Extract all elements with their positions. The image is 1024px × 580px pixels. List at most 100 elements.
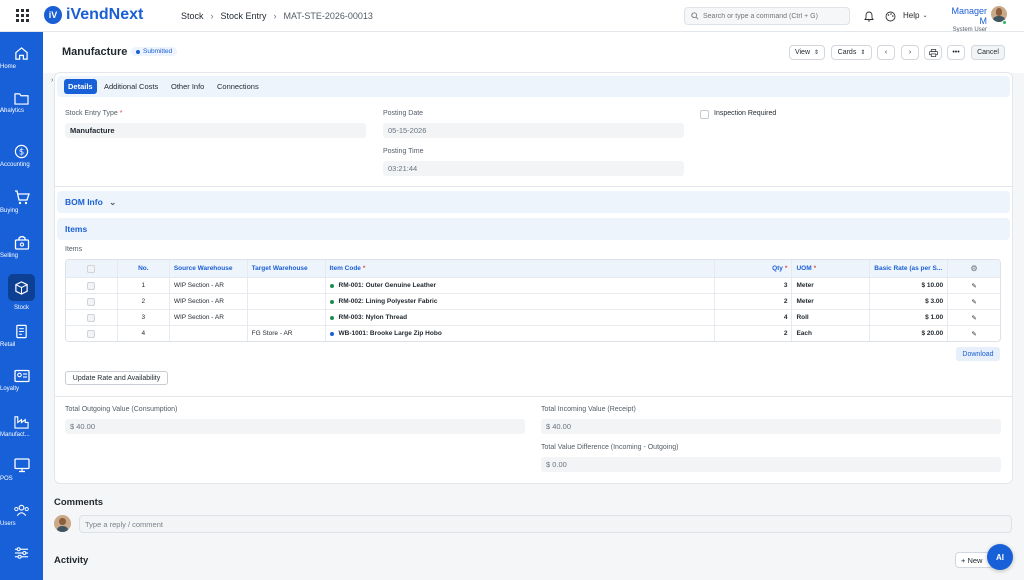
edit-row-button[interactable]: ✎ [948, 310, 1000, 325]
cancel-button[interactable]: Cancel [971, 45, 1005, 60]
table-row[interactable]: 4 FG Store - AR WB-1001: Brooke Large Zi… [66, 325, 1000, 341]
column-settings-icon[interactable]: ⚙ [948, 260, 1000, 277]
row-uom[interactable]: Meter [792, 294, 871, 309]
row-basic-rate[interactable]: $ 20.00 [870, 326, 949, 341]
palette-icon[interactable] [884, 10, 896, 22]
bom-info-title[interactable]: BOM Info ⌄ [65, 197, 116, 208]
user-menu[interactable]: Manager M System User [942, 6, 987, 33]
previous-button[interactable]: ‹ [877, 45, 895, 60]
row-source-warehouse[interactable]: WIP Section - AR [170, 294, 248, 309]
items-table: No. Source Warehouse Target Warehouse It… [65, 259, 1001, 342]
sidebar-item-users[interactable]: Users [0, 503, 43, 527]
posting-date-field[interactable]: 05-15-2026 [383, 123, 684, 138]
row-target-warehouse[interactable] [248, 310, 326, 325]
row-target-warehouse[interactable]: FG Store - AR [248, 326, 326, 341]
search-input[interactable] [703, 12, 843, 20]
edit-row-button[interactable]: ✎ [948, 278, 1000, 293]
tab-connections[interactable]: Connections [213, 79, 263, 94]
select-all-checkbox[interactable] [66, 260, 118, 277]
bom-info-title-text: BOM Info [65, 197, 103, 207]
help-label: Help [903, 11, 920, 20]
apps-grid-icon[interactable] [16, 9, 29, 22]
row-uom[interactable]: Meter [792, 278, 871, 293]
expand-sidebar-icon[interactable]: › [51, 77, 53, 84]
row-checkbox-cell[interactable] [66, 278, 118, 293]
sidebar-item-buying[interactable]: Buying [0, 190, 43, 214]
checkbox[interactable] [87, 281, 96, 290]
print-button[interactable] [924, 45, 942, 60]
row-basic-rate[interactable]: $ 1.00 [870, 310, 949, 325]
bom-info-section[interactable] [57, 191, 1010, 213]
sidebar-item-selling[interactable]: Selling [0, 235, 43, 259]
sidebar-item-pos[interactable]: POS [0, 458, 43, 482]
row-checkbox-cell[interactable] [66, 294, 118, 309]
row-checkbox-cell[interactable] [66, 326, 118, 341]
sort-icon: ⇕ [860, 50, 866, 56]
total-incoming-field[interactable]: $ 40.00 [541, 419, 1001, 434]
sidebar-item-label: Home [0, 64, 17, 70]
table-row[interactable]: 1 WIP Section - AR RM-001: Outer Genuine… [66, 277, 1000, 293]
cards-button[interactable]: Cards ⇕ [831, 45, 872, 60]
row-qty[interactable]: 4 [715, 310, 793, 325]
sidebar-item-ai-analytics[interactable]: AI Analytics [0, 92, 43, 114]
sidebar-item-accounting[interactable]: $ Accounting [0, 144, 43, 168]
app-name: iVendNext [66, 6, 144, 23]
more-button[interactable]: ••• [947, 45, 965, 60]
checkbox[interactable] [87, 297, 96, 306]
row-target-warehouse[interactable] [248, 294, 326, 309]
tab-additional-costs[interactable]: Additional Costs [100, 79, 162, 94]
search-bar[interactable] [684, 7, 850, 25]
help-menu[interactable]: Help ⌄ [903, 11, 927, 20]
checkbox[interactable] [87, 264, 96, 273]
checkbox[interactable] [87, 313, 96, 322]
required-marker: * [813, 265, 817, 272]
sidebar-item-home[interactable]: Home [0, 46, 43, 70]
row-qty[interactable]: 2 [715, 326, 793, 341]
tab-details[interactable]: Details [64, 79, 97, 94]
row-qty[interactable]: 2 [715, 294, 793, 309]
edit-row-button[interactable]: ✎ [948, 294, 1000, 309]
posting-time-field[interactable]: 03:21:44 [383, 161, 684, 176]
row-item-code[interactable]: RM-001: Outer Genuine Leather [326, 278, 715, 293]
row-target-warehouse[interactable] [248, 278, 326, 293]
bell-icon[interactable] [863, 10, 875, 22]
row-source-warehouse[interactable]: WIP Section - AR [170, 278, 248, 293]
app-logo[interactable]: iV iVendNext [44, 6, 143, 24]
row-item-code[interactable]: RM-002: Lining Polyester Fabric [326, 294, 715, 309]
next-button[interactable]: › [901, 45, 919, 60]
row-uom[interactable]: Each [792, 326, 871, 341]
download-button[interactable]: Download [956, 347, 1000, 361]
gear-icon: ⚙ [970, 264, 978, 273]
total-outgoing-field[interactable]: $ 40.00 [65, 419, 525, 434]
breadcrumb-stock[interactable]: Stock [181, 11, 204, 21]
sidebar-item-settings[interactable] [0, 546, 43, 563]
tab-other-info[interactable]: Other Info [167, 79, 208, 94]
sidebar-item-retail[interactable]: Retail [0, 324, 43, 348]
row-source-warehouse[interactable] [170, 326, 248, 341]
row-basic-rate[interactable]: $ 3.00 [870, 294, 949, 309]
sidebar-item-loyalty[interactable]: Loyalty [0, 369, 43, 392]
row-checkbox-cell[interactable] [66, 310, 118, 325]
sidebar-item-manufacturing[interactable]: Manufact... [0, 414, 43, 438]
table-row[interactable]: 3 WIP Section - AR RM-003: Nylon Thread … [66, 309, 1000, 325]
row-uom[interactable]: Roll [792, 310, 871, 325]
total-difference-field[interactable]: $ 0.00 [541, 457, 1001, 472]
checkbox[interactable] [87, 329, 96, 338]
row-item-code[interactable]: WB-1001: Brooke Large Zip Hobo [326, 326, 715, 341]
row-qty[interactable]: 3 [715, 278, 793, 293]
row-item-code[interactable]: RM-003: Nylon Thread [326, 310, 715, 325]
sidebar-item-stock[interactable]: Stock [0, 274, 43, 312]
inspection-required-checkbox[interactable] [700, 110, 709, 119]
comment-input[interactable]: Type a reply / comment [79, 515, 1012, 533]
ai-assistant-button[interactable]: AI [987, 544, 1013, 570]
edit-row-button[interactable]: ✎ [948, 326, 1000, 341]
stock-entry-type-field[interactable]: Manufacture [65, 123, 366, 138]
row-basic-rate[interactable]: $ 10.00 [870, 278, 949, 293]
row-source-warehouse[interactable]: WIP Section - AR [170, 310, 248, 325]
view-button[interactable]: View ⇕ [789, 45, 825, 60]
row-item-code-text: RM-001: Outer Genuine Leather [338, 282, 437, 289]
table-row[interactable]: 2 WIP Section - AR RM-002: Lining Polyes… [66, 293, 1000, 309]
top-bar: iV iVendNext Stock › Stock Entry › MAT-S… [0, 0, 1024, 33]
update-rate-button[interactable]: Update Rate and Availability [65, 371, 168, 385]
breadcrumb-stock-entry[interactable]: Stock Entry [221, 11, 267, 21]
